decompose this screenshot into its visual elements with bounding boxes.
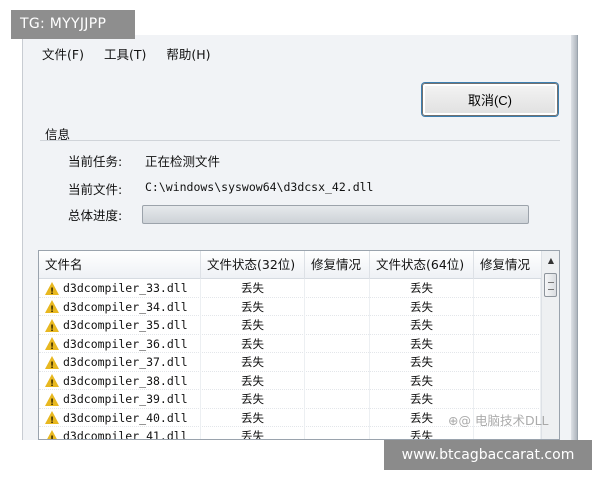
table-row[interactable]: d3dcompiler_36.dll 丢失 丢失 <box>39 334 541 353</box>
column-header-repair-32bit[interactable]: 修复情况 <box>305 251 370 279</box>
filename-cell: d3dcompiler_36.dll <box>39 334 201 353</box>
status-32bit-cell: 丢失 <box>201 279 305 298</box>
repair-64bit-cell <box>474 297 541 316</box>
filename-cell: d3dcompiler_35.dll <box>39 316 201 335</box>
current-task-label: 当前任务: <box>68 154 123 169</box>
cancel-button[interactable]: 取消(C) <box>422 83 558 116</box>
filename-text: d3dcompiler_41.dll <box>63 429 188 440</box>
status-64bit-cell: 丢失 <box>370 297 474 316</box>
menu-help[interactable]: 帮助(H) <box>166 44 210 63</box>
warning-icon <box>45 281 59 298</box>
repair-64bit-cell <box>474 390 541 409</box>
chevron-up-icon[interactable]: ▲ <box>542 251 559 269</box>
repair-32bit-cell <box>305 353 370 372</box>
warning-icon <box>45 337 59 353</box>
repair-64bit-cell <box>474 279 541 298</box>
filename-cell: d3dcompiler_34.dll <box>39 297 201 316</box>
warning-icon <box>45 411 59 427</box>
status-32bit-cell: 丢失 <box>201 390 305 409</box>
status-64bit-cell: 丢失 <box>370 390 474 409</box>
filename-text: d3dcompiler_34.dll <box>63 299 188 314</box>
menu-file[interactable]: 文件(F) <box>42 44 84 63</box>
filename-cell: d3dcompiler_40.dll <box>39 408 201 427</box>
table-row[interactable]: d3dcompiler_38.dll 丢失 丢失 <box>39 371 541 390</box>
file-list-header: 文件名 文件状态(32位) 修复情况 文件状态(64位) 修复情况 <box>39 251 541 279</box>
warning-icon <box>45 355 59 372</box>
table-row[interactable]: d3dcompiler_37.dll 丢失 丢失 <box>39 353 541 372</box>
warning-icon <box>45 374 59 390</box>
repair-32bit-cell <box>305 408 370 427</box>
status-64bit-cell: 丢失 <box>370 334 474 353</box>
column-header-status-64bit[interactable]: 文件状态(64位) <box>370 251 474 279</box>
column-header-filename[interactable]: 文件名 <box>39 251 201 279</box>
filename-text: d3dcompiler_35.dll <box>63 318 188 332</box>
repair-32bit-cell <box>305 316 370 335</box>
repair-32bit-cell <box>305 279 370 298</box>
warning-icon <box>45 392 59 409</box>
filename-cell: d3dcompiler_37.dll <box>39 353 201 372</box>
filename-cell: d3dcompiler_38.dll <box>39 371 201 390</box>
menu-bar: 文件(F) 工具(T) 帮助(H) <box>22 44 211 63</box>
column-header-status-32bit[interactable]: 文件状态(32位) <box>201 251 305 279</box>
watermark-source-label: ⊕@ 电脑技术DLL <box>448 413 549 428</box>
repair-32bit-cell <box>305 334 370 353</box>
status-32bit-cell: 丢失 <box>201 334 305 353</box>
warning-icon <box>45 300 59 316</box>
filename-text: d3dcompiler_39.dll <box>63 392 188 406</box>
repair-32bit-cell <box>305 297 370 316</box>
repair-32bit-cell <box>305 427 370 439</box>
current-file-value: C:\windows\syswow64\d3dcsx_42.dll <box>145 180 374 194</box>
filename-text: d3dcompiler_37.dll <box>63 355 188 369</box>
repair-64bit-cell <box>474 353 541 372</box>
status-32bit-cell: 丢失 <box>201 353 305 372</box>
filename-text: d3dcompiler_40.dll <box>63 410 188 425</box>
menu-tools[interactable]: 工具(T) <box>104 44 146 63</box>
status-64bit-cell: 丢失 <box>370 316 474 335</box>
status-64bit-cell: 丢失 <box>370 353 474 372</box>
current-task-value: 正在检测文件 <box>145 154 221 169</box>
filename-cell: d3dcompiler_41.dll <box>39 427 201 440</box>
watermark-tg-label: TG: MYYJJPP <box>11 10 135 39</box>
status-64bit-cell: 丢失 <box>370 279 474 298</box>
status-32bit-cell: 丢失 <box>201 371 305 390</box>
overall-progress-label: 总体进度: <box>68 208 123 223</box>
status-32bit-cell: 丢失 <box>201 408 305 427</box>
filename-cell: d3dcompiler_33.dll <box>39 279 201 298</box>
filename-text: d3dcompiler_33.dll <box>63 281 188 295</box>
status-32bit-cell: 丢失 <box>201 427 305 439</box>
filename-cell: d3dcompiler_39.dll <box>39 390 201 409</box>
warning-icon <box>45 429 59 439</box>
scrollbar-thumb[interactable] <box>544 273 557 297</box>
table-row[interactable]: d3dcompiler_34.dll 丢失 丢失 <box>39 297 541 316</box>
table-row[interactable]: d3dcompiler_35.dll 丢失 丢失 <box>39 316 541 335</box>
repair-32bit-cell <box>305 371 370 390</box>
warning-icon <box>45 318 59 335</box>
repair-32bit-cell <box>305 390 370 409</box>
status-64bit-cell: 丢失 <box>370 371 474 390</box>
repair-64bit-cell <box>474 371 541 390</box>
overall-progress-bar <box>142 205 529 224</box>
status-32bit-cell: 丢失 <box>201 297 305 316</box>
column-header-repair-64bit[interactable]: 修复情况 <box>474 251 541 279</box>
filename-text: d3dcompiler_38.dll <box>63 373 188 388</box>
filename-text: d3dcompiler_36.dll <box>63 336 188 351</box>
watermark-url-label: www.btcagbaccarat.com <box>384 440 592 470</box>
info-group-divider <box>40 140 560 141</box>
repair-64bit-cell <box>474 334 541 353</box>
current-file-label: 当前文件: <box>68 182 123 197</box>
table-row[interactable]: d3dcompiler_33.dll 丢失 丢失 <box>39 279 541 298</box>
table-row[interactable]: d3dcompiler_39.dll 丢失 丢失 <box>39 390 541 409</box>
status-32bit-cell: 丢失 <box>201 316 305 335</box>
repair-64bit-cell <box>474 316 541 335</box>
